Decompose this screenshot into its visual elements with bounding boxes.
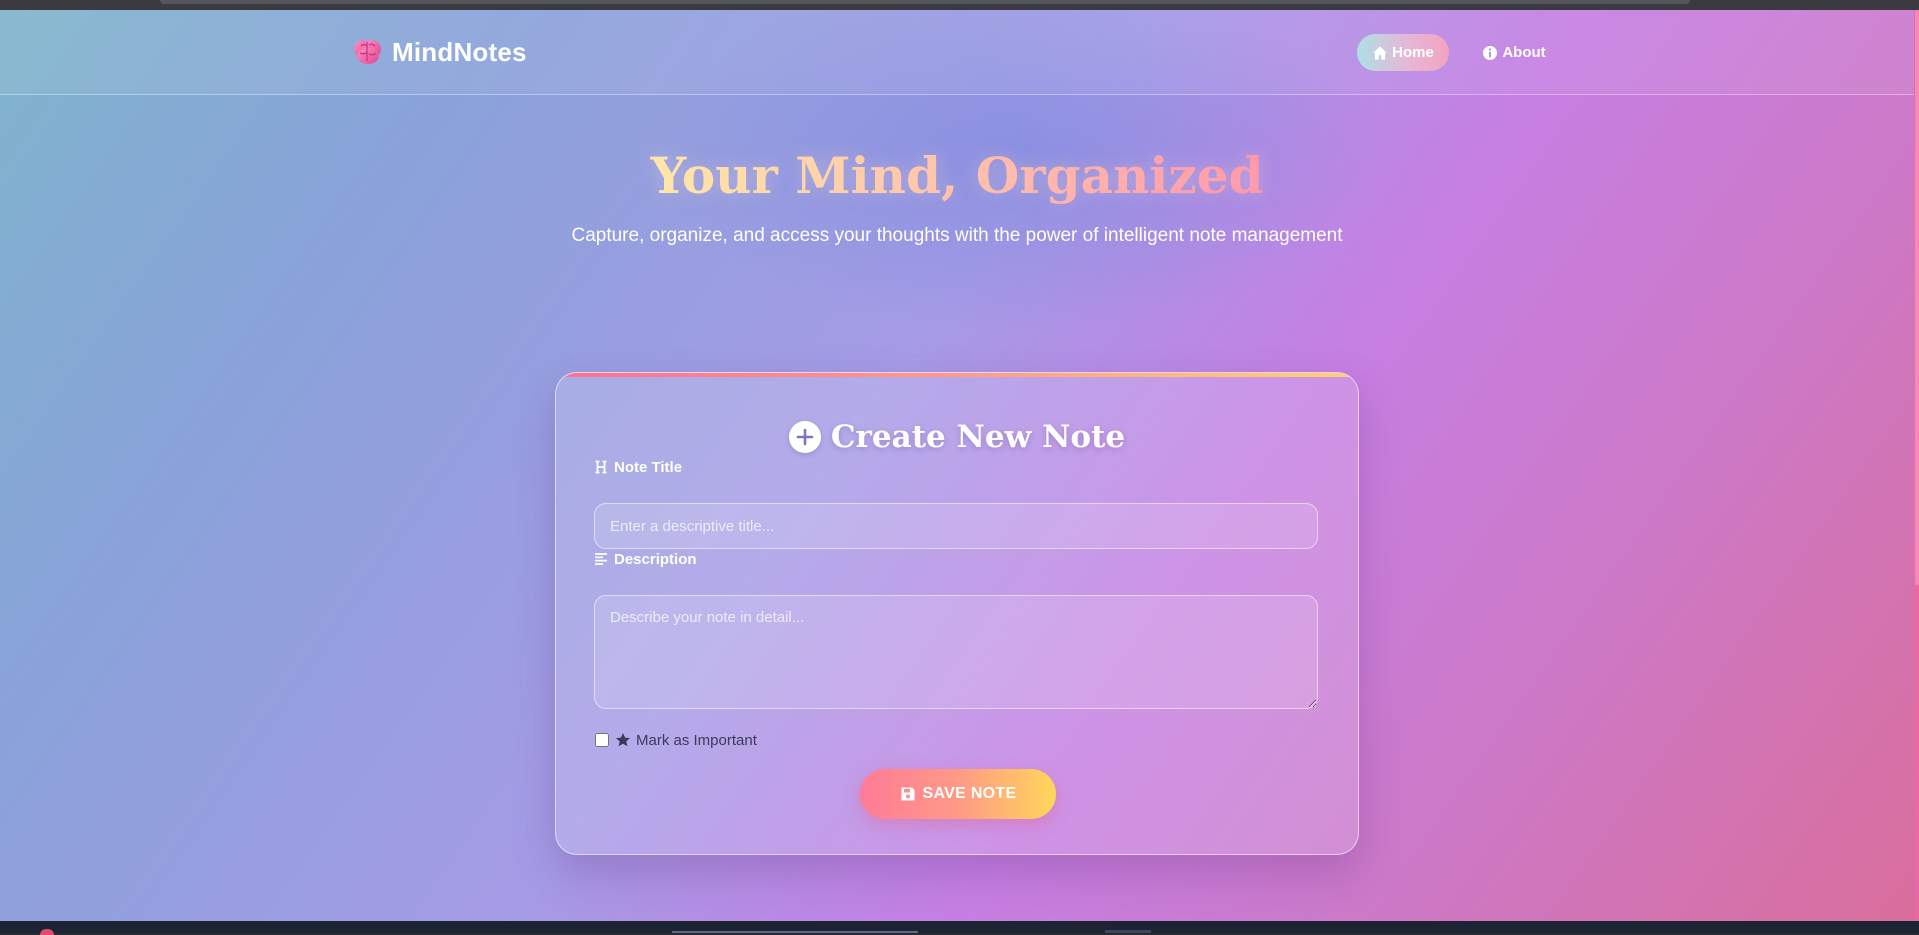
star-icon xyxy=(616,733,630,747)
save-note-label: SAVE NOTE xyxy=(922,785,1017,802)
description-textarea[interactable] xyxy=(594,595,1318,709)
hero-title: Your Mind, Organized xyxy=(0,144,1914,208)
save-note-button[interactable]: SAVE NOTE xyxy=(860,769,1056,819)
card-accent-bar xyxy=(556,373,1358,377)
scrollbar-thumb[interactable] xyxy=(1915,10,1919,585)
info-icon xyxy=(1483,45,1498,60)
heading-icon xyxy=(595,460,607,474)
note-title-label-text: Note Title xyxy=(614,458,683,476)
brain-icon xyxy=(354,40,381,64)
align-left-icon xyxy=(595,553,607,565)
hero-subtitle: Capture, organize, and access your thoug… xyxy=(571,225,1343,246)
note-title-input[interactable] xyxy=(594,503,1318,549)
create-note-card: Create New Note Note Title Description M… xyxy=(555,372,1359,855)
os-taskbar xyxy=(0,921,1919,935)
brand-name: MindNotes xyxy=(392,36,527,67)
save-icon xyxy=(901,787,914,801)
home-icon xyxy=(1373,46,1388,59)
navbar: MindNotes Home About xyxy=(0,10,1914,95)
card-title: Create New Note xyxy=(556,415,1358,459)
taskbar-app-icon[interactable] xyxy=(40,929,54,935)
note-title-label: Note Title xyxy=(594,457,682,477)
plus-icon xyxy=(788,421,821,453)
card-title-text: Create New Note xyxy=(830,419,1126,455)
important-checkbox[interactable] xyxy=(595,733,609,747)
description-label: Description xyxy=(594,549,697,569)
description-label-text: Description xyxy=(614,550,697,568)
hero-title-text: Your Mind, Organized xyxy=(650,146,1264,205)
brand[interactable]: MindNotes xyxy=(352,36,527,68)
nav-home-link[interactable]: Home xyxy=(1357,34,1449,71)
browser-top-strip xyxy=(0,0,1919,10)
nav-about-label: About xyxy=(1502,44,1546,61)
page-scrollbar[interactable] xyxy=(1914,10,1919,921)
nav-home-label: Home xyxy=(1392,44,1434,61)
important-checkbox-row: Mark as Important xyxy=(594,729,757,751)
nav-about-link[interactable]: About xyxy=(1474,34,1554,71)
page-viewport: MindNotes Home About Your Mind, Organize… xyxy=(0,10,1914,921)
important-label[interactable]: Mark as Important xyxy=(636,732,757,749)
